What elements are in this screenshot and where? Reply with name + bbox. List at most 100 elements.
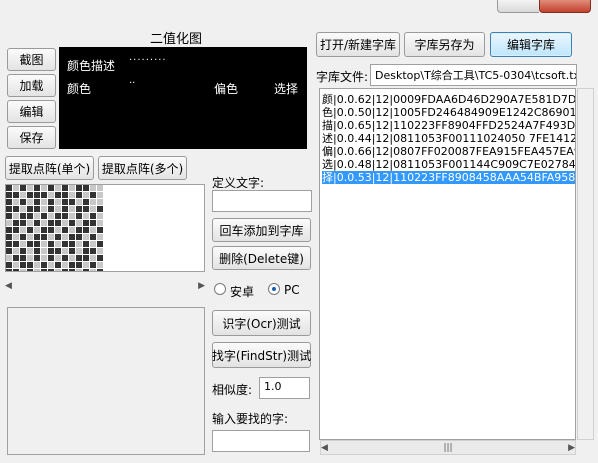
close-button[interactable]	[539, 0, 591, 13]
bitmap-cell[interactable]	[97, 269, 103, 271]
bitmap-cell[interactable]	[69, 269, 75, 271]
delete-button[interactable]: 删除(Delete键)	[212, 246, 311, 270]
bitmap-cell[interactable]	[41, 185, 47, 191]
bitmap-cell[interactable]	[97, 213, 103, 219]
bitmap-cell[interactable]	[76, 213, 82, 219]
bitmap-cell[interactable]	[55, 192, 61, 198]
bitmap-cell[interactable]	[90, 206, 96, 212]
bitmap-cell[interactable]	[20, 185, 26, 191]
scroll-right-icon[interactable]: ▶	[568, 443, 575, 453]
library-hscrollbar[interactable]: ◀ ||| ▶	[320, 440, 576, 455]
bitmap-cell[interactable]	[83, 192, 89, 198]
bitmap-cell[interactable]	[41, 248, 47, 254]
bitmap-cell[interactable]	[76, 248, 82, 254]
list-item[interactable]: 偏|0.0.66|12|0807FF020087FEA915FEA457EA9	[322, 145, 575, 158]
bitmap-cell[interactable]	[55, 255, 61, 261]
bitmap-cell[interactable]	[83, 248, 89, 254]
bitmap-cell[interactable]	[34, 248, 40, 254]
edit-library-button[interactable]: 编辑字库	[490, 32, 572, 57]
bitmap-cell[interactable]	[97, 206, 103, 212]
bitmap-cell[interactable]	[83, 234, 89, 240]
bitmap-cell[interactable]	[41, 220, 47, 226]
scroll-left-icon[interactable]: ◀	[321, 443, 328, 453]
bitmap-cell[interactable]	[55, 227, 61, 233]
bitmap-cell[interactable]	[55, 262, 61, 268]
bitmap-cell[interactable]	[27, 220, 33, 226]
list-item[interactable]: 描|0.0.65|12|110223FF8904FFD2524A7F493D25	[322, 119, 575, 132]
bitmap-cell[interactable]	[13, 262, 19, 268]
library-file-input[interactable]: Desktop\T综合工具\TC5-0304\tcsoft.txt	[370, 64, 577, 86]
pc-radio[interactable]	[268, 283, 280, 295]
bitmap-cell[interactable]	[83, 255, 89, 261]
bitmap-cell[interactable]	[90, 255, 96, 261]
bitmap-cell[interactable]	[76, 227, 82, 233]
bitmap-cell[interactable]	[55, 220, 61, 226]
bitmap-cell[interactable]	[55, 206, 61, 212]
bitmap-cell[interactable]	[48, 234, 54, 240]
bitmap-cell[interactable]	[97, 255, 103, 261]
bitmap-cell[interactable]	[76, 199, 82, 205]
bitmap-cell[interactable]	[13, 269, 19, 271]
bitmap-cell[interactable]	[27, 262, 33, 268]
bitmap-cell[interactable]	[6, 227, 12, 233]
minimize-button[interactable]	[497, 0, 539, 13]
bitmap-cell[interactable]	[90, 234, 96, 240]
bitmap-cell[interactable]	[34, 234, 40, 240]
bitmap-cell[interactable]	[76, 255, 82, 261]
bitmap-cell[interactable]	[20, 262, 26, 268]
bitmap-cell[interactable]	[83, 213, 89, 219]
bitmap-cell[interactable]	[6, 255, 12, 261]
bitmap-cell[interactable]	[69, 255, 75, 261]
bitmap-cell[interactable]	[83, 220, 89, 226]
bitmap-cell[interactable]	[62, 192, 68, 198]
bitmap-cell[interactable]	[48, 192, 54, 198]
bitmap-cell[interactable]	[62, 213, 68, 219]
bitmap-cell[interactable]	[48, 227, 54, 233]
bitmap-cell[interactable]	[13, 185, 19, 191]
bitmap-cell[interactable]	[20, 192, 26, 198]
bitmap-cell[interactable]	[62, 206, 68, 212]
bitmap-cell[interactable]	[90, 192, 96, 198]
bitmap-cell[interactable]	[76, 262, 82, 268]
bitmap-cell[interactable]	[20, 234, 26, 240]
bitmap-cell[interactable]	[13, 199, 19, 205]
bitmap-cell[interactable]	[20, 220, 26, 226]
list-item-selected[interactable]: 择|0.0.53|12|110223FF8908458AAA54BFA958A	[322, 171, 575, 184]
bitmap-cell[interactable]	[76, 220, 82, 226]
bitmap-cell[interactable]	[20, 213, 26, 219]
library-vscrollbar[interactable]	[577, 88, 594, 440]
bitmap-cell[interactable]	[48, 185, 54, 191]
bitmap-cell[interactable]	[34, 213, 40, 219]
scroll-left-icon[interactable]: ◀	[5, 281, 12, 291]
save-library-as-button[interactable]: 字库另存为	[404, 32, 485, 57]
bitmap-cell[interactable]	[90, 269, 96, 271]
bitmap-cell[interactable]	[69, 185, 75, 191]
bitmap-cell[interactable]	[69, 220, 75, 226]
bitmap-cell[interactable]	[97, 220, 103, 226]
bitmap-cell[interactable]	[48, 199, 54, 205]
bitmap-cell[interactable]	[62, 262, 68, 268]
bitmap-cell[interactable]	[90, 220, 96, 226]
bitmap-cell[interactable]	[27, 206, 33, 212]
bitmap-hscrollbar[interactable]: ◀ ▶	[5, 278, 205, 293]
bitmap-cell[interactable]	[76, 269, 82, 271]
bitmap-cell[interactable]	[90, 241, 96, 247]
bitmap-cell[interactable]	[48, 206, 54, 212]
bitmap-cell[interactable]	[69, 227, 75, 233]
bitmap-cell[interactable]	[55, 248, 61, 254]
bitmap-cell[interactable]	[97, 192, 103, 198]
bitmap-cell[interactable]	[69, 234, 75, 240]
list-item[interactable]: 述|0.0.44|12|0811053F00111024050 7FE14124…	[322, 132, 575, 145]
open-library-button[interactable]: 打开/新建字库	[316, 32, 400, 57]
bitmap-cell[interactable]	[34, 199, 40, 205]
bitmap-cell[interactable]	[83, 262, 89, 268]
bitmap-cell[interactable]	[13, 227, 19, 233]
bitmap-cell[interactable]	[76, 206, 82, 212]
bitmap-cell[interactable]	[55, 234, 61, 240]
bitmap-cell[interactable]	[13, 192, 19, 198]
bitmap-cell[interactable]	[6, 192, 12, 198]
bitmap-cell[interactable]	[27, 199, 33, 205]
bitmap-cell[interactable]	[62, 185, 68, 191]
bitmap-cell[interactable]	[27, 192, 33, 198]
bitmap-cell[interactable]	[6, 185, 12, 191]
